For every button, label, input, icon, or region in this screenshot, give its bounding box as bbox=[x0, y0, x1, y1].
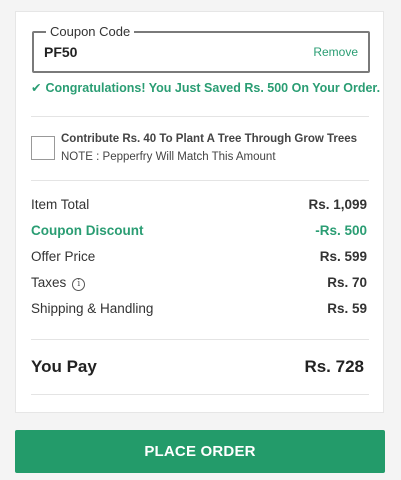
plant-tree-checkbox[interactable] bbox=[31, 136, 55, 160]
you-pay-value: Rs. 728 bbox=[304, 357, 364, 376]
taxes-label-group: Taxes i bbox=[31, 275, 86, 291]
checkmark-icon: ✔ bbox=[31, 81, 42, 95]
divider bbox=[31, 394, 369, 395]
place-order-button[interactable]: PLACE ORDER bbox=[15, 430, 385, 473]
coupon-code-field[interactable]: Coupon Code PF50 Remove bbox=[32, 24, 370, 73]
remove-coupon-link[interactable]: Remove bbox=[313, 45, 358, 59]
offer-price-row: Offer Price Rs. 599 bbox=[31, 249, 367, 269]
taxes-row: Taxes i Rs. 70 bbox=[31, 275, 367, 295]
offer-price-label: Offer Price bbox=[31, 249, 96, 264]
item-total-value: Rs. 1,099 bbox=[308, 197, 367, 212]
shipping-value: Rs. 59 bbox=[327, 301, 367, 316]
you-pay-row: You Pay Rs. 728 bbox=[31, 357, 364, 383]
divider bbox=[31, 339, 369, 340]
coupon-discount-label: Coupon Discount bbox=[31, 223, 144, 238]
coupon-success-text: Congratulations! You Just Saved Rs. 500 … bbox=[45, 81, 381, 95]
divider bbox=[31, 116, 369, 117]
item-total-row: Item Total Rs. 1,099 bbox=[31, 197, 367, 217]
you-pay-label: You Pay bbox=[31, 357, 97, 376]
order-summary-card: Coupon Code PF50 Remove ✔ Congratulations… bbox=[15, 11, 384, 413]
coupon-code-value[interactable]: PF50 bbox=[44, 44, 77, 60]
taxes-label: Taxes bbox=[31, 275, 67, 290]
coupon-discount-value: -Rs. 500 bbox=[315, 223, 367, 238]
shipping-label: Shipping & Handling bbox=[31, 301, 154, 316]
item-total-label: Item Total bbox=[31, 197, 90, 212]
contribution-title: Contribute Rs. 40 To Plant A Tree Throug… bbox=[61, 133, 358, 145]
divider bbox=[31, 180, 369, 181]
info-icon[interactable]: i bbox=[72, 278, 86, 291]
contribution-note: NOTE : Pepperfry Will Match This Amount bbox=[61, 151, 276, 163]
coupon-discount-row: Coupon Discount -Rs. 500 bbox=[31, 223, 367, 243]
shipping-row: Shipping & Handling Rs. 59 bbox=[31, 301, 367, 321]
coupon-code-legend: Coupon Code bbox=[46, 24, 135, 40]
taxes-value: Rs. 70 bbox=[327, 275, 367, 290]
coupon-success-message: ✔ Congratulations! You Just Saved Rs. 500… bbox=[31, 80, 380, 95]
offer-price-value: Rs. 599 bbox=[319, 249, 367, 264]
